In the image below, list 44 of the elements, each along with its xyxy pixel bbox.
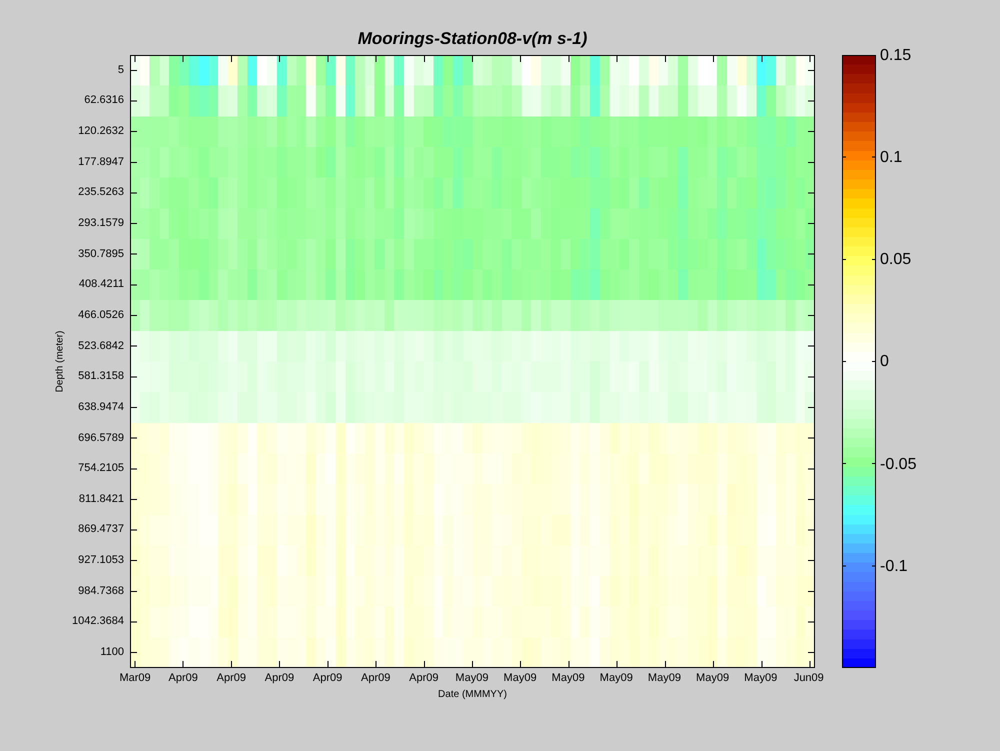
y-tick-label: 293.1579 <box>78 218 124 230</box>
x-tick-label: May09 <box>600 673 633 684</box>
colorbar-tick-label: 0.1 <box>880 149 902 166</box>
x-tick-label: Apr09 <box>168 673 198 684</box>
y-tick-label: 869.4737 <box>78 524 124 536</box>
colorbar-tick-label: -0.1 <box>880 558 908 575</box>
colorbar-tick-label: 0.05 <box>880 251 912 268</box>
x-tick-label: May09 <box>744 673 778 684</box>
x-tick-label: Apr09 <box>312 673 342 684</box>
y-tick-label: 120.2632 <box>78 126 124 138</box>
x-tick-label: Mar09 <box>119 673 151 684</box>
y-tick-label: 62.6316 <box>84 95 124 106</box>
y-tick-label: 754.2105 <box>78 463 124 474</box>
y-tick-label: 235.5263 <box>78 187 124 198</box>
y-axis-label: Depth (meter) <box>54 330 66 392</box>
x-tick-label: May09 <box>552 673 585 684</box>
y-tick-label: 927.1053 <box>78 555 124 566</box>
y-tick-label: 177.8947 <box>78 156 124 168</box>
y-tick-label: 984.7368 <box>78 586 124 597</box>
x-tick-label: Apr09 <box>409 673 438 684</box>
chart-title: Moorings-Station08-v(m s-1) <box>358 28 588 50</box>
colorbar-tick-label: -0.05 <box>880 456 916 473</box>
x-tick-label: May09 <box>455 673 488 684</box>
x-tick-label: May09 <box>696 673 730 684</box>
y-tick-label: 638.9474 <box>78 402 124 413</box>
y-tick-label: 466.0526 <box>78 310 124 321</box>
x-tick-label: Apr09 <box>361 673 390 684</box>
y-tick-label: 696.5789 <box>78 432 124 444</box>
y-tick-label: 1042.3684 <box>72 616 124 628</box>
colorbar-tick-label: 0 <box>880 353 889 370</box>
x-tick-label: Apr09 <box>264 673 294 684</box>
y-tick-label: 408.4211 <box>78 279 124 290</box>
y-tick-label: 350.7895 <box>78 248 124 260</box>
colorbar-tick-label: 0.15 <box>880 47 912 64</box>
y-tick-label: 5 <box>118 64 124 76</box>
x-tick-label: Apr09 <box>216 673 246 684</box>
y-tick-label: 523.6842 <box>78 340 124 352</box>
x-tick-label: Jun09 <box>794 673 824 684</box>
x-axis-label: Date (MMMYY) <box>438 690 507 700</box>
y-tick-label: 811.8421 <box>78 494 124 505</box>
x-tick-label: May09 <box>504 673 537 684</box>
x-tick-label: May09 <box>648 673 681 684</box>
y-tick-label: 1100 <box>100 646 124 658</box>
y-tick-label: 581.3158 <box>78 371 124 382</box>
